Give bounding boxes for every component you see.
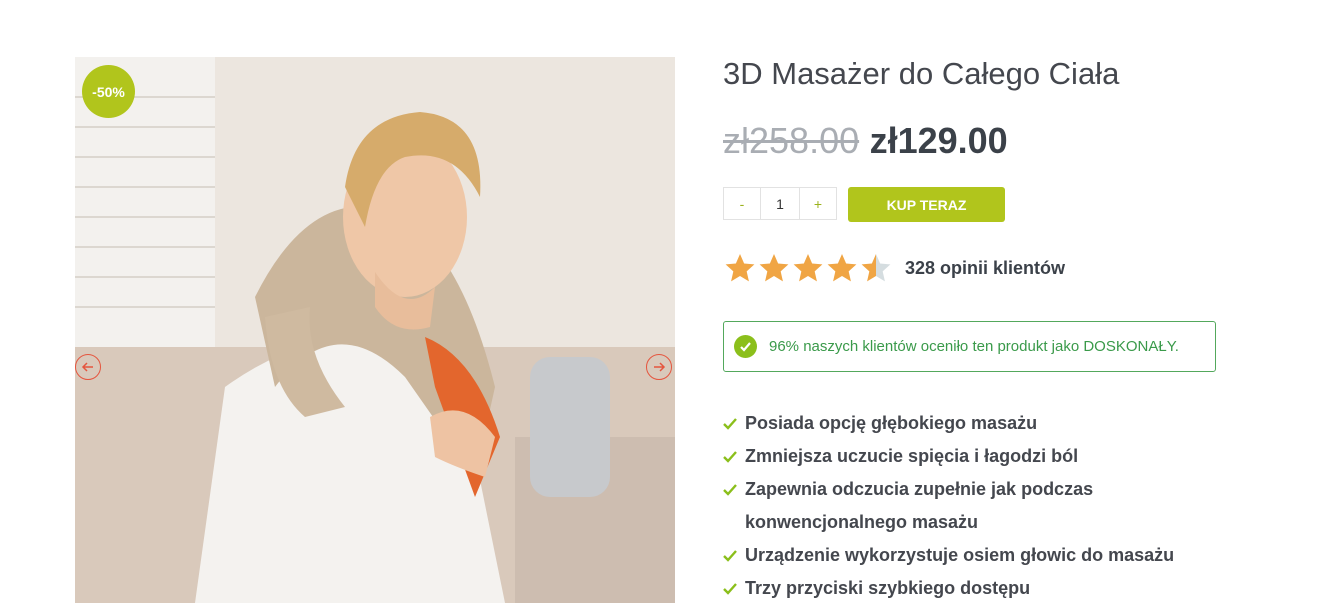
gallery-next-button[interactable] <box>646 354 672 380</box>
feature-item: Zmniejsza uczucie spięcia i łagodzi ból <box>723 440 1243 473</box>
star-icon <box>861 254 891 282</box>
checkmark-icon <box>723 572 745 605</box>
feature-item: Zapewnia odczucia zupełnie jak podczas k… <box>723 473 1243 539</box>
feature-text: Posiada opcję głębokiego masażu <box>745 413 1038 433</box>
quantity-input[interactable]: 1 <box>761 187 799 220</box>
old-price: zł258.00 <box>723 120 860 161</box>
star-icon <box>725 254 755 282</box>
product-photo <box>75 57 675 603</box>
quantity-stepper: - 1 + <box>723 187 837 220</box>
feature-text: Trzy przyciski szybkiego dostępu <box>745 578 1031 598</box>
checkmark-icon <box>723 407 745 440</box>
buy-now-button[interactable]: KUP TERAZ <box>848 187 1005 222</box>
checkmark-icon <box>723 539 745 572</box>
feature-text: Urządzenie wykorzystuje osiem głowic do … <box>745 545 1175 565</box>
feature-list: Posiada opcję głębokiego masażu Zmniejsza… <box>723 407 1243 605</box>
star-icon <box>759 254 789 282</box>
check-circle-icon <box>734 335 757 358</box>
checkmark-icon <box>723 440 745 473</box>
arrow-left-icon <box>81 362 93 372</box>
sale-price: zł129.00 <box>869 120 1008 161</box>
feature-item: Posiada opcję głębokiego masażu <box>723 407 1243 440</box>
star-icon <box>827 254 857 282</box>
decrease-quantity-button[interactable]: - <box>723 187 761 220</box>
checkmark-icon <box>723 473 745 506</box>
feature-item: Trzy przyciski szybkiego dostępu <box>723 572 1243 605</box>
review-count[interactable]: 328 opinii klientów <box>905 258 1065 279</box>
feature-text: Zapewnia odczucia zupełnie jak podczas k… <box>745 479 1094 532</box>
product-title: 3D Masażer do Całego Ciała <box>723 56 1120 91</box>
star-rating <box>723 252 893 284</box>
feature-text: Zmniejsza uczucie spięcia i łagodzi ból <box>745 446 1079 466</box>
sale-badge: -50% <box>82 65 135 118</box>
gallery-prev-button[interactable] <box>75 354 101 380</box>
product-gallery: -50% <box>75 57 675 603</box>
price-block: zł258.00 zł129.00 <box>723 120 1008 162</box>
rating: 328 opinii klientów <box>723 252 1065 284</box>
increase-quantity-button[interactable]: + <box>799 187 837 220</box>
notice-text: 96% naszych klientów oceniło ten produkt… <box>769 338 1179 355</box>
feature-item: Urządzenie wykorzystuje osiem głowic do … <box>723 539 1243 572</box>
satisfaction-notice: 96% naszych klientów oceniło ten produkt… <box>723 321 1216 372</box>
star-icon <box>793 254 823 282</box>
arrow-right-icon <box>654 362 666 372</box>
